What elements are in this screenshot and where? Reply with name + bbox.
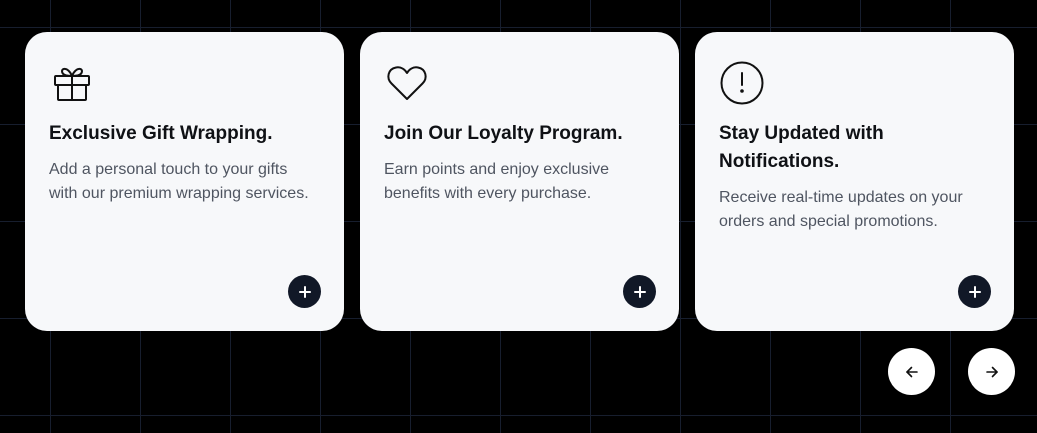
carousel-navigation — [888, 348, 1015, 395]
alert-circle-icon — [719, 60, 765, 106]
plus-icon — [968, 285, 981, 298]
next-button[interactable] — [968, 348, 1015, 395]
add-button[interactable] — [288, 275, 321, 308]
add-button[interactable] — [623, 275, 656, 308]
add-button[interactable] — [958, 275, 991, 308]
card-title: Exclusive Gift Wrapping. — [49, 123, 273, 144]
card-title: Stay Updated with Notifications. — [719, 123, 884, 172]
feature-carousel: Exclusive Gift Wrapping. Add a personal … — [25, 32, 1014, 331]
heart-icon — [384, 60, 430, 106]
gift-icon — [49, 60, 95, 106]
arrow-left-icon — [905, 366, 918, 377]
plus-icon — [298, 285, 311, 298]
card-title: Join Our Loyalty Program. — [384, 123, 623, 144]
card-description: Earn points and enjoy exclusive benefits… — [384, 161, 610, 202]
plus-icon — [633, 285, 646, 298]
card-description: Add a personal touch to your gifts with … — [49, 161, 309, 202]
feature-card-gift-wrapping: Exclusive Gift Wrapping. Add a personal … — [25, 32, 344, 331]
card-description: Receive real-time updates on your orders… — [719, 189, 963, 230]
arrow-right-icon — [985, 366, 998, 377]
feature-card-notifications: Stay Updated with Notifications. Receive… — [695, 32, 1014, 331]
feature-card-loyalty-program: Join Our Loyalty Program. Earn points an… — [360, 32, 679, 331]
previous-button[interactable] — [888, 348, 935, 395]
